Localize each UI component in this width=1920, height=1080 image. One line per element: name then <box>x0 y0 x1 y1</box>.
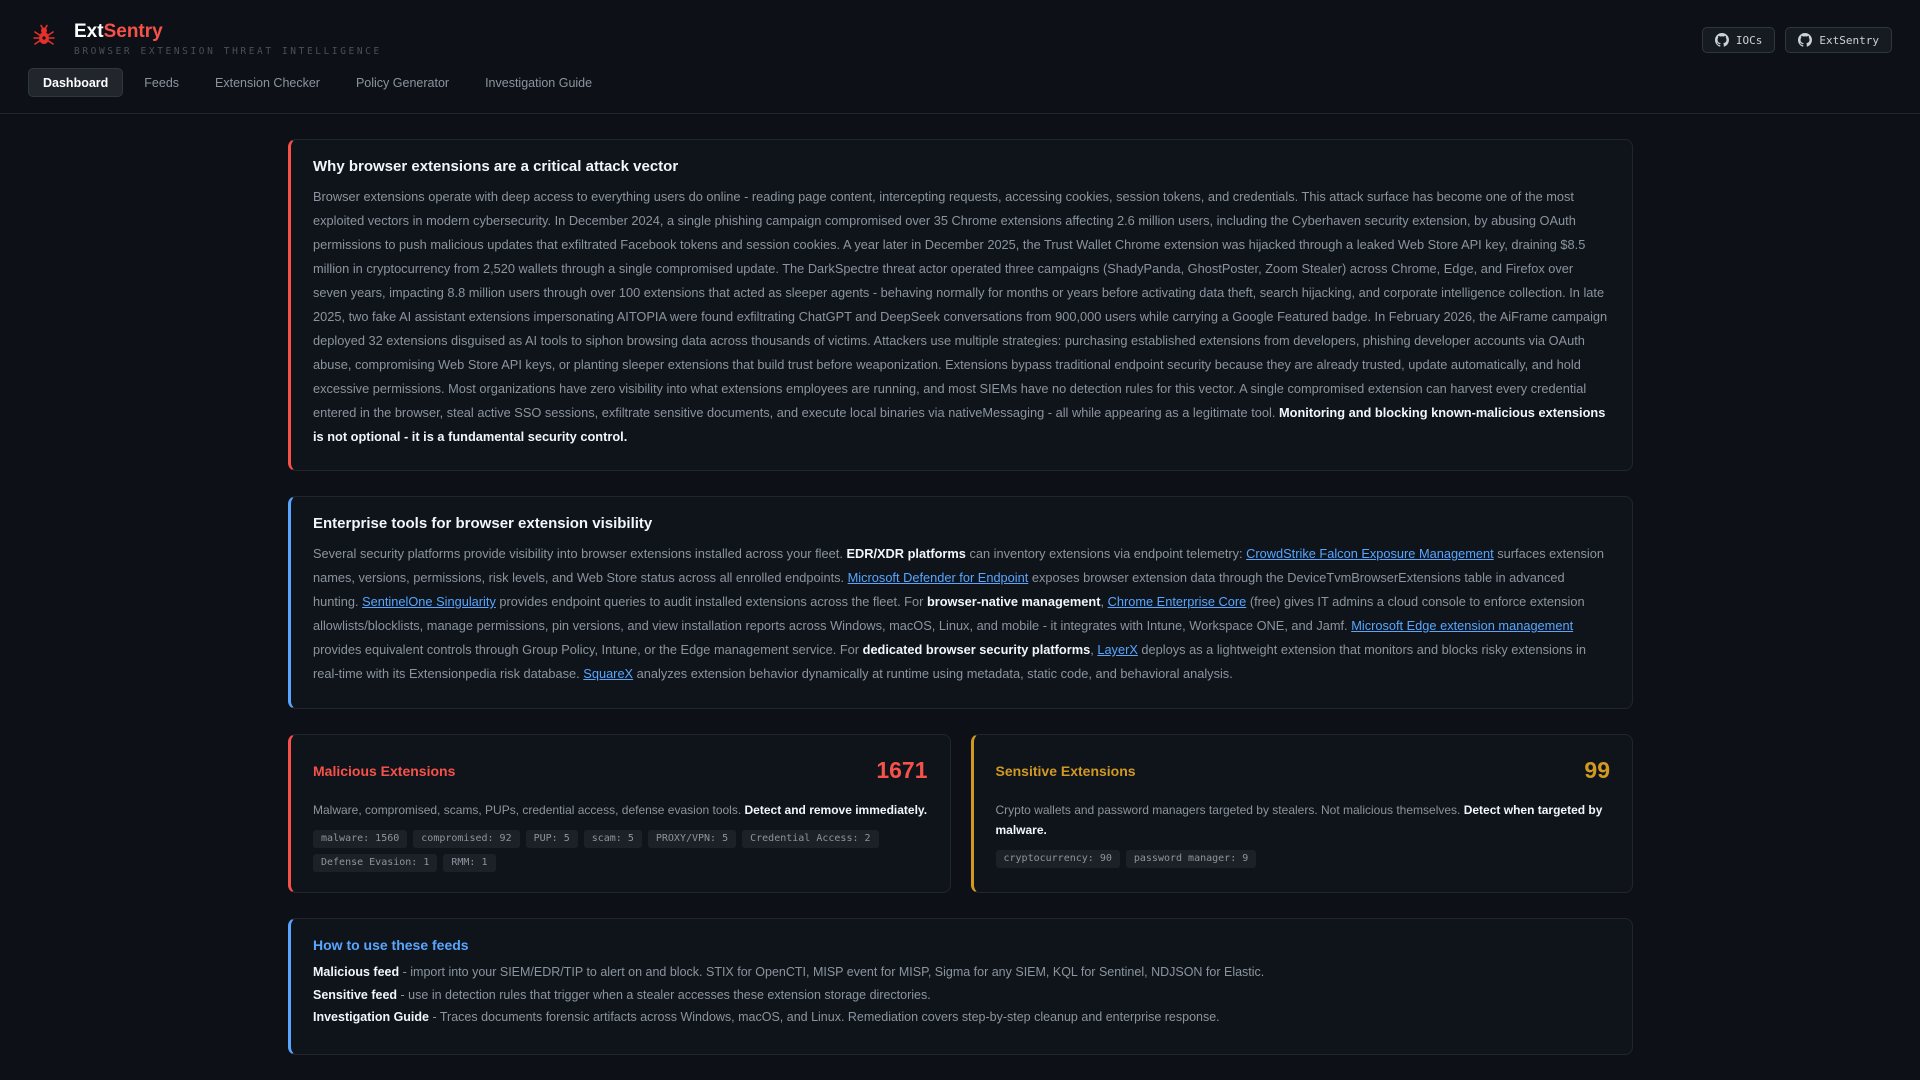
github-icon <box>1798 33 1813 47</box>
spider-bug-icon <box>33 24 55 45</box>
tab-feeds[interactable]: Feeds <box>129 68 194 97</box>
tools-text: provides endpoint queries to audit insta… <box>495 594 927 609</box>
how-to-text: - Traces documents forensic artifacts ac… <box>429 1010 1220 1024</box>
iocs-button-label: IOCs <box>1735 33 1763 47</box>
github-icon <box>1714 33 1729 47</box>
tools-text: can inventory extensions via endpoint te… <box>965 546 1247 561</box>
enterprise-tools-title: Enterprise tools for browser extension v… <box>313 515 653 532</box>
sensitive-desc-text: Crypto wallets and password managers tar… <box>995 803 1464 817</box>
sensitive-tags: cryptocurrency: 90 password manager: 9 <box>995 850 1611 868</box>
how-to-text: - import into your SIEM/EDR/TIP to alert… <box>399 965 1265 979</box>
how-to-line-sensitive: Sensitive feed - use in detection rules … <box>313 984 1610 1007</box>
sensitive-extensions-card[interactable]: Sensitive Extensions 99 Crypto wallets a… <box>970 734 1633 893</box>
brand[interactable]: ExtSentry BROWSER EXTENSION THREAT INTEL… <box>32 20 382 57</box>
extsentry-button-label: ExtSentry <box>1819 33 1879 47</box>
tools-text: analyzes extension behavior dynamically … <box>633 666 1233 681</box>
enterprise-tools-body: Several security platforms provide visib… <box>313 542 1610 686</box>
link-layerx[interactable]: LayerX <box>1097 642 1138 657</box>
attack-vector-text: Browser extensions operate with deep acc… <box>313 189 1608 420</box>
how-to-label: Malicious feed <box>313 965 400 979</box>
tag-scam: scam: 5 <box>583 830 642 848</box>
tab-extension-checker[interactable]: Extension Checker <box>200 68 335 97</box>
how-to-line-malicious: Malicious feed - import into your SIEM/E… <box>313 961 1610 984</box>
tag-proxy-vpn: PROXY/VPN: 5 <box>647 830 737 848</box>
tag-compromised: compromised: 92 <box>413 830 520 848</box>
link-edge-extension-management[interactable]: Microsoft Edge extension management <box>1351 618 1573 633</box>
top-bar: ExtSentry BROWSER EXTENSION THREAT INTEL… <box>0 0 1920 114</box>
tag-pup: PUP: 5 <box>525 830 578 848</box>
how-to-use-card: How to use these feeds Malicious feed - … <box>288 918 1633 1055</box>
link-chrome-enterprise-core[interactable]: Chrome Enterprise Core <box>1108 594 1247 609</box>
tab-policy-generator[interactable]: Policy Generator <box>341 68 464 97</box>
top-actions: IOCs ExtSentry <box>1701 27 1892 53</box>
tag-credential-access: Credential Access: 2 <box>742 830 879 848</box>
malicious-extensions-card[interactable]: Malicious Extensions 1671 Malware, compr… <box>288 734 951 893</box>
tab-dashboard[interactable]: Dashboard <box>28 68 124 97</box>
malicious-description: Malware, compromised, scams, PUPs, crede… <box>313 800 928 820</box>
how-to-line-investigation: Investigation Guide - Traces documents f… <box>313 1006 1610 1029</box>
tools-text: provides equivalent controls through Gro… <box>313 642 863 657</box>
tag-defense-evasion: Defense Evasion: 1 <box>313 854 438 872</box>
sensitive-description: Crypto wallets and password managers tar… <box>996 800 1611 840</box>
attack-vector-card: Why browser extensions are a critical at… <box>288 139 1633 471</box>
sensitive-title: Sensitive Extensions <box>995 762 1136 779</box>
brand-name: ExtSentry <box>74 20 382 44</box>
malicious-desc-text: Malware, compromised, scams, PUPs, crede… <box>313 803 745 817</box>
malicious-count: 1671 <box>876 757 928 783</box>
link-defender[interactable]: Microsoft Defender for Endpoint <box>848 570 1029 585</box>
link-crowdstrike[interactable]: CrowdStrike Falcon Exposure Management <box>1246 546 1494 561</box>
tag-rmm: RMM: 1 <box>443 854 496 872</box>
tools-bold: dedicated browser security platforms <box>862 642 1091 657</box>
tools-bold: browser-native management <box>926 594 1101 609</box>
dashboard-main: Why browser extensions are a critical at… <box>288 139 1633 1055</box>
brand-name-suffix: Sentry <box>103 21 163 42</box>
tools-bold: EDR/XDR platforms <box>846 546 966 561</box>
brand-name-prefix: Ext <box>74 21 104 42</box>
attack-vector-body: Browser extensions operate with deep acc… <box>313 185 1610 449</box>
attack-vector-title: Why browser extensions are a critical at… <box>313 158 679 175</box>
malicious-desc-emphasis: Detect and remove immediately. <box>744 803 928 817</box>
tools-text: , <box>1100 594 1108 609</box>
tab-investigation-guide[interactable]: Investigation Guide <box>470 68 607 97</box>
iocs-github-button[interactable]: IOCs <box>1701 27 1776 53</box>
how-to-label: Investigation Guide <box>313 1010 429 1024</box>
malicious-tags: malware: 1560 compromised: 92 PUP: 5 sca… <box>313 830 928 872</box>
extsentry-github-button[interactable]: ExtSentry <box>1785 27 1892 53</box>
link-squarex[interactable]: SquareX <box>583 666 633 681</box>
tag-password-manager: password manager: 9 <box>1125 850 1257 868</box>
stats-row: Malicious Extensions 1671 Malware, compr… <box>288 734 1633 893</box>
how-to-text: - use in detection rules that trigger wh… <box>397 987 931 1002</box>
how-to-title: How to use these feeds <box>313 937 469 953</box>
how-to-label: Sensitive feed <box>313 987 398 1002</box>
tools-text: Several security platforms provide visib… <box>313 546 847 561</box>
brand-tagline: BROWSER EXTENSION THREAT INTELLIGENCE <box>74 46 382 57</box>
malicious-title: Malicious Extensions <box>313 762 456 779</box>
nav-tabs: Dashboard Feeds Extension Checker Policy… <box>28 68 607 97</box>
link-sentinelone[interactable]: SentinelOne Singularity <box>362 594 496 609</box>
enterprise-tools-card: Enterprise tools for browser extension v… <box>288 496 1633 709</box>
tag-malware: malware: 1560 <box>313 830 408 848</box>
sensitive-count: 99 <box>1584 757 1610 783</box>
tag-cryptocurrency: cryptocurrency: 90 <box>995 850 1120 868</box>
